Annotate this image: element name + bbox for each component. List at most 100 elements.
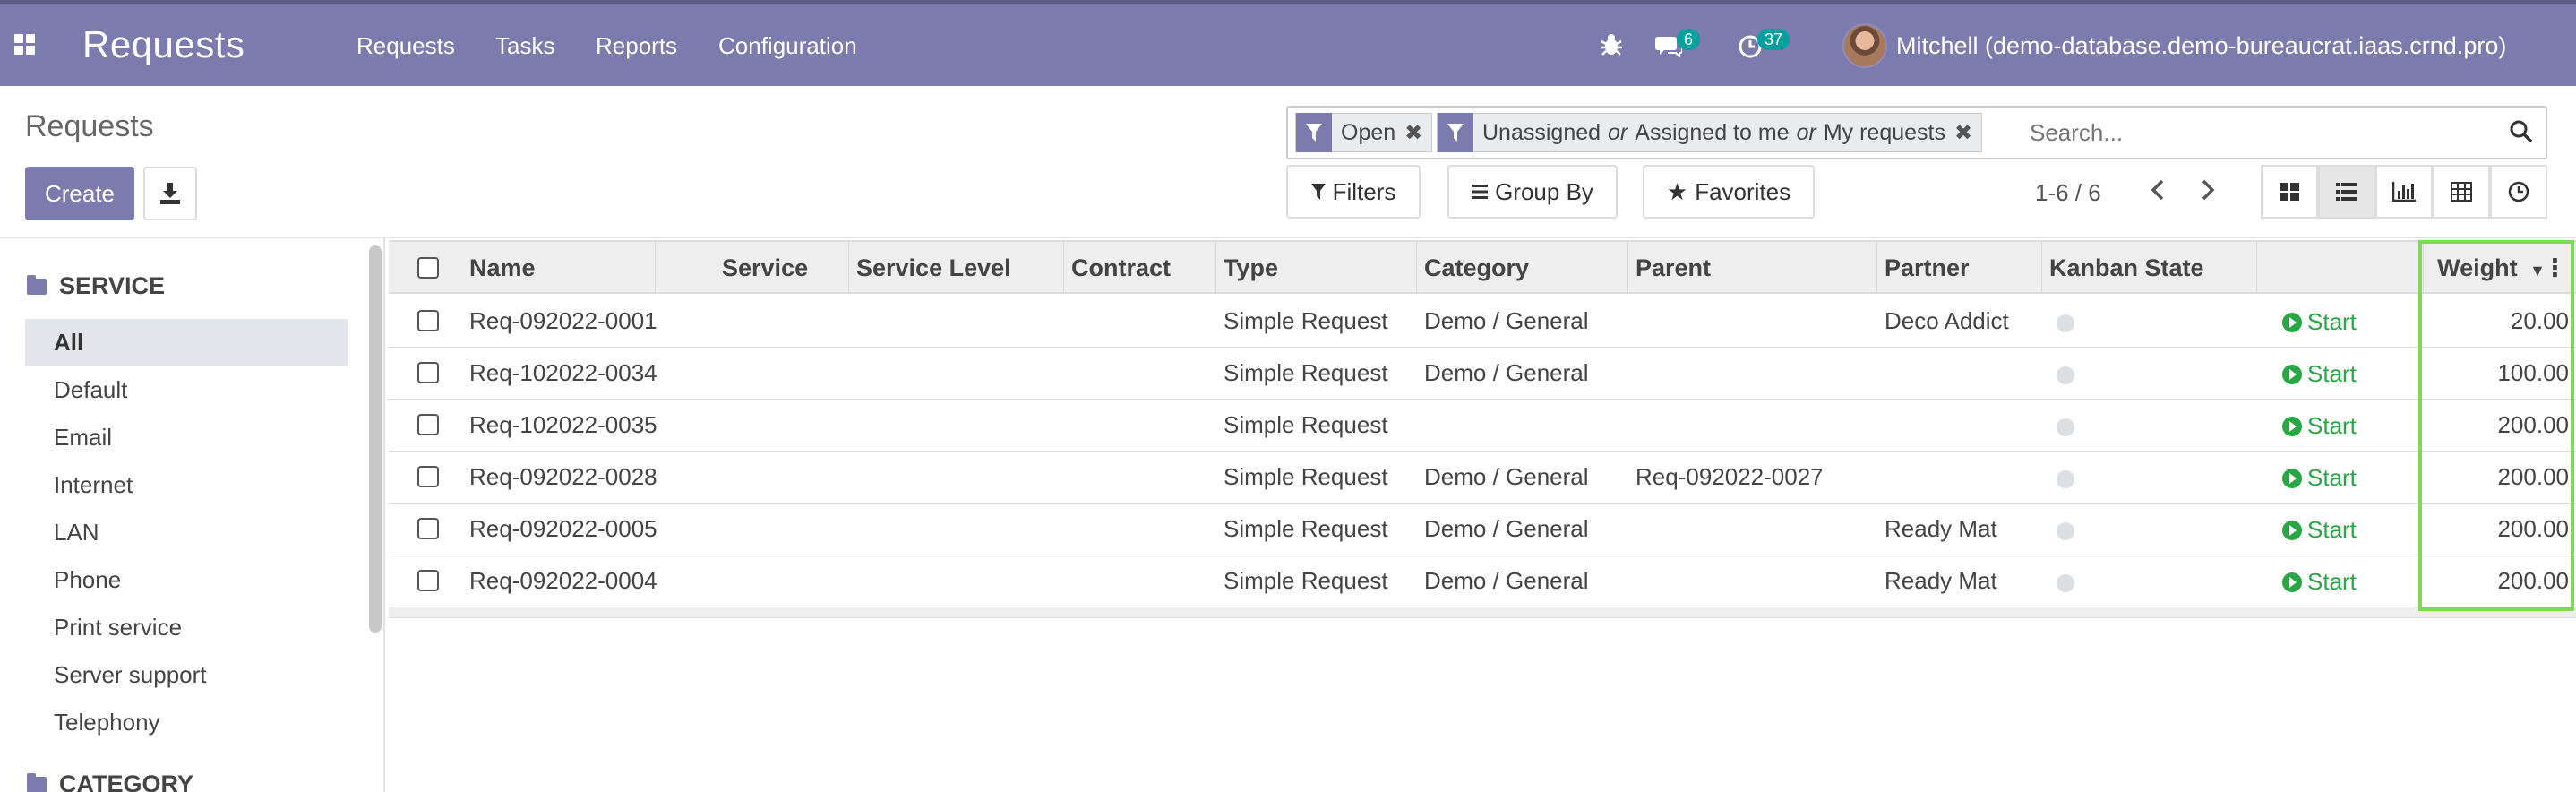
- row-checkbox[interactable]: [417, 570, 439, 591]
- play-icon: [2282, 364, 2302, 384]
- column-contract[interactable]: Contract: [1064, 242, 1216, 294]
- pager-value[interactable]: 1-6 / 6: [2035, 179, 2101, 207]
- start-button[interactable]: Start: [2282, 360, 2357, 388]
- menu-reports[interactable]: Reports: [596, 32, 677, 60]
- search-icon[interactable]: [2510, 120, 2533, 143]
- table-row[interactable]: Req-092022-0005 Simple Request Demo / Gene…: [389, 504, 2576, 555]
- cell-name: Req-092022-0004: [469, 567, 657, 594]
- select-all-checkbox[interactable]: [417, 257, 439, 279]
- column-service[interactable]: Service: [715, 242, 849, 294]
- cell-weight: 200.00: [2497, 411, 2569, 438]
- cell-category: Demo / General: [1424, 307, 1589, 334]
- create-button[interactable]: Create: [25, 167, 134, 220]
- column-options-icon[interactable]: ⋮: [2543, 242, 2567, 294]
- kanban-state-icon[interactable]: [2057, 418, 2074, 436]
- column-partner[interactable]: Partner: [1877, 242, 2042, 294]
- row-checkbox[interactable]: [417, 466, 439, 487]
- folder-icon: [27, 274, 47, 295]
- avatar[interactable]: [1842, 23, 1887, 68]
- kanban-state-icon[interactable]: [2057, 366, 2074, 384]
- bug-icon[interactable]: [1600, 32, 1623, 57]
- column-service-level[interactable]: Service Level: [849, 242, 1064, 294]
- row-checkbox[interactable]: [417, 414, 439, 435]
- kanban-view-button[interactable]: [2261, 165, 2318, 219]
- sidebar-item-print-service[interactable]: Print service: [25, 604, 348, 650]
- sidebar-scrollbar[interactable]: [369, 245, 382, 633]
- column-parent[interactable]: Parent: [1628, 242, 1877, 294]
- start-label: Start: [2307, 568, 2357, 595]
- menu-tasks[interactable]: Tasks: [495, 32, 554, 60]
- cell-name: Req-102022-0035: [469, 411, 657, 438]
- column-category[interactable]: Category: [1417, 242, 1628, 294]
- cell-name: Req-102022-0034: [469, 359, 657, 386]
- activities-badge: 37: [1757, 29, 1790, 50]
- search-bar[interactable]: Open ✖ Unassigned or Assigned to me or M…: [1286, 106, 2547, 159]
- search-input[interactable]: [2030, 115, 2477, 151]
- play-icon: [2282, 416, 2302, 436]
- download-button[interactable]: [143, 167, 197, 220]
- start-button[interactable]: Start: [2282, 568, 2357, 596]
- sidebar-item-phone[interactable]: Phone: [25, 556, 348, 603]
- menu-configuration[interactable]: Configuration: [718, 32, 857, 60]
- favorites-button[interactable]: ★ Favorites: [1643, 165, 1815, 219]
- groupby-icon: [1472, 185, 1489, 199]
- sidebar-item-email[interactable]: Email: [25, 414, 348, 461]
- chevron-left-icon[interactable]: [2148, 176, 2169, 204]
- row-checkbox[interactable]: [417, 362, 439, 383]
- column-name[interactable]: Name: [462, 242, 656, 294]
- sidebar-item-default[interactable]: Default: [25, 366, 348, 413]
- table-row[interactable]: Req-092022-0004 Simple Request Demo / Gene…: [389, 555, 2576, 607]
- start-button[interactable]: Start: [2282, 412, 2357, 440]
- kanban-state-icon[interactable]: [2057, 470, 2074, 488]
- start-label: Start: [2307, 308, 2357, 335]
- start-button[interactable]: Start: [2282, 464, 2357, 492]
- row-checkbox[interactable]: [417, 518, 439, 539]
- table-row[interactable]: Req-102022-0034 Simple Request Demo / Gene…: [389, 348, 2576, 400]
- graph-view-icon: [2392, 182, 2416, 202]
- groupby-button[interactable]: Group By: [1447, 165, 1618, 219]
- favorites-label: Favorites: [1695, 177, 1791, 205]
- cell-name: Req-092022-0028: [469, 463, 657, 490]
- facet-assignment[interactable]: Unassigned or Assigned to me or My reque…: [1437, 113, 1983, 152]
- facet-open[interactable]: Open ✖: [1295, 113, 1433, 152]
- facet-part: Unassigned: [1482, 119, 1601, 145]
- chevron-right-icon[interactable]: [2196, 176, 2218, 204]
- graph-view-button[interactable]: [2375, 165, 2433, 219]
- sidebar-item-server-support[interactable]: Server support: [25, 651, 348, 698]
- column-kanban-state[interactable]: Kanban State: [2042, 242, 2257, 294]
- cell-parent: [1628, 555, 1877, 607]
- menu-requests[interactable]: Requests: [356, 32, 455, 60]
- start-label: Start: [2307, 464, 2357, 491]
- activity-view-button[interactable]: [2490, 165, 2547, 219]
- row-checkbox[interactable]: [417, 310, 439, 331]
- kanban-state-icon[interactable]: [2057, 314, 2074, 332]
- column-type[interactable]: Type: [1216, 242, 1417, 294]
- cell-parent: [1628, 296, 1877, 347]
- messages-badge: 6: [1677, 29, 1701, 50]
- filters-button[interactable]: Filters: [1286, 165, 1421, 219]
- kanban-state-icon[interactable]: [2057, 522, 2074, 540]
- start-button[interactable]: Start: [2282, 516, 2357, 544]
- sidebar-item-telephony[interactable]: Telephony: [25, 699, 348, 745]
- pivot-view-button[interactable]: [2433, 165, 2490, 219]
- table-row[interactable]: Req-092022-0028 Simple Request Demo / Gene…: [389, 452, 2576, 504]
- cell-weight: 200.00: [2497, 567, 2569, 594]
- sidebar-item-internet[interactable]: Internet: [25, 461, 348, 508]
- table-row[interactable]: Req-092022-0001 Simple Request Demo / Gene…: [389, 296, 2576, 348]
- sidebar-item-all[interactable]: All: [25, 319, 348, 366]
- kanban-state-icon[interactable]: [2057, 574, 2074, 592]
- start-button[interactable]: Start: [2282, 308, 2357, 336]
- cell-partner: [1877, 452, 2042, 503]
- facet-part: Assigned to me: [1635, 119, 1790, 145]
- column-weight[interactable]: Weight ▼ ⋮: [2424, 242, 2576, 294]
- close-icon[interactable]: ✖: [1954, 120, 1972, 146]
- filter-icon: [1296, 113, 1332, 152]
- apps-icon[interactable]: [14, 34, 36, 56]
- sidebar-item-lan[interactable]: LAN: [25, 509, 348, 555]
- list-view-button[interactable]: [2318, 165, 2375, 219]
- table-row[interactable]: Req-102022-0035 Simple Request 200.00 Start: [389, 400, 2576, 452]
- facet-or: or: [1796, 119, 1816, 145]
- close-icon[interactable]: ✖: [1404, 120, 1422, 146]
- app-brand[interactable]: Requests: [82, 23, 245, 66]
- user-menu[interactable]: Mitchell (demo-database.demo-bureaucrat.…: [1896, 32, 2506, 60]
